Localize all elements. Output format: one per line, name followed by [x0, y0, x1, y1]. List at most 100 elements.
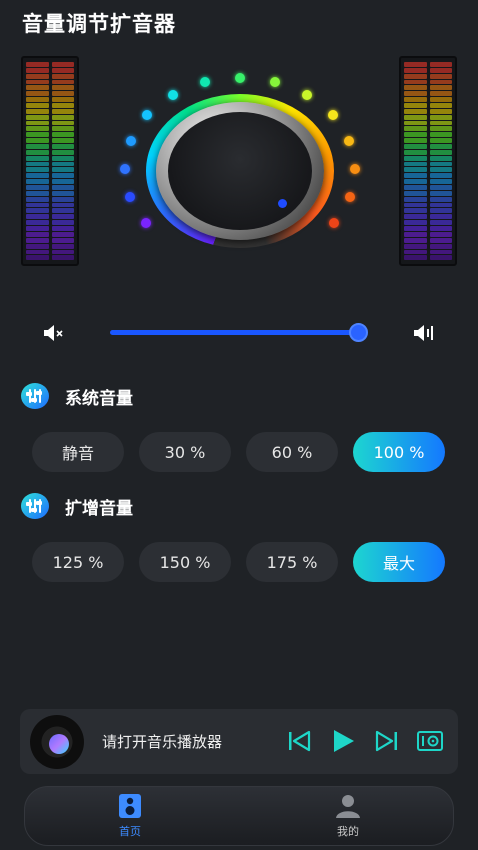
meter-segment [404, 103, 427, 108]
knob-led [120, 163, 130, 174]
tab-mine[interactable]: 我的 [308, 793, 388, 841]
meter-segment [26, 114, 49, 120]
volume-60-button[interactable]: 60 % [246, 432, 338, 472]
meter-segment [51, 114, 74, 120]
section-title: 系统音量 [65, 388, 133, 409]
meter-segment [404, 243, 427, 249]
volume-knob[interactable] [168, 112, 312, 230]
play-icon[interactable] [330, 729, 356, 753]
volume-slider-track[interactable] [110, 330, 360, 335]
meter-segment [26, 85, 49, 91]
meter-segment [26, 144, 49, 149]
meter-segment [51, 173, 74, 179]
meter-segment [404, 114, 427, 120]
meter-segment [26, 132, 49, 138]
meter-segment [51, 179, 74, 185]
meter-segment [404, 202, 427, 208]
meter-segment [429, 173, 452, 179]
meter-segment [404, 120, 427, 126]
meter-segment [26, 91, 49, 97]
meter-segment [429, 79, 452, 85]
meter-segment [51, 144, 74, 149]
tab-label: 我的 [337, 825, 359, 838]
meter-segment [26, 167, 49, 173]
tab-home[interactable]: 首页 [90, 793, 170, 841]
meter-segment [429, 255, 452, 261]
meter-segment [404, 85, 427, 91]
next-icon[interactable] [374, 729, 400, 753]
meter-segment [26, 138, 49, 144]
meter-segment [26, 155, 49, 161]
meter-segment [51, 220, 74, 226]
meter-segment [404, 144, 427, 149]
equalizer-icon [21, 383, 49, 409]
meter-segment [51, 138, 74, 144]
tab-label: 首页 [119, 825, 141, 838]
speaker-mute-icon[interactable] [42, 323, 66, 343]
meter-segment [429, 155, 452, 161]
meter-segment [404, 220, 427, 226]
meter-segment [404, 73, 427, 79]
meter-segment [26, 226, 49, 231]
knob-indicator [278, 199, 287, 208]
meter-segment [51, 249, 74, 255]
meter-segment [51, 85, 74, 91]
music-player-bar[interactable]: 请打开音乐播放器 [20, 709, 458, 774]
meter-segment [51, 103, 74, 108]
meter-segment [404, 126, 427, 132]
meter-segment [26, 108, 49, 114]
meter-segment [404, 149, 427, 155]
meter-segment [429, 208, 452, 214]
meter-segment [404, 237, 427, 243]
meter-segment [404, 62, 427, 67]
meter-segment [51, 243, 74, 249]
previous-icon[interactable] [286, 729, 312, 753]
volume-100-button[interactable]: 100 % [353, 432, 445, 472]
meter-segment [26, 161, 49, 167]
meter-segment [26, 120, 49, 126]
meter-segment [429, 214, 452, 220]
meter-segment [404, 173, 427, 179]
meter-segment [26, 202, 49, 208]
boost-150-button[interactable]: 150 % [139, 542, 231, 582]
meter-segment [429, 120, 452, 126]
meter-segment [429, 237, 452, 243]
knob-led [327, 110, 338, 121]
knob-led [270, 77, 281, 88]
boost-125-button[interactable]: 125 % [32, 542, 124, 582]
section-title: 扩增音量 [65, 498, 133, 519]
speaker-loud-icon[interactable] [412, 323, 436, 343]
meter-segment [51, 231, 74, 237]
meter-segment [404, 132, 427, 138]
meter-segment [26, 62, 49, 67]
meter-segment [26, 214, 49, 220]
meter-segment [51, 214, 74, 220]
system-volume-header: 系统音量 [21, 383, 133, 409]
mute-button[interactable]: 静音 [32, 432, 124, 472]
volume-slider-thumb[interactable] [349, 323, 368, 342]
knob-led [349, 163, 360, 174]
meter-segment [429, 202, 452, 208]
meter-segment [51, 226, 74, 231]
meter-segment [26, 67, 49, 73]
meter-segment [429, 108, 452, 114]
meter-segment [429, 190, 452, 196]
meter-segment [51, 132, 74, 138]
meter-segment [429, 231, 452, 237]
boost-max-button[interactable]: 最大 [353, 542, 445, 582]
meter-segment [51, 149, 74, 155]
speaker-box-icon[interactable] [416, 729, 444, 753]
knob-led [344, 135, 354, 146]
user-icon [336, 795, 360, 818]
boost-175-button[interactable]: 175 % [246, 542, 338, 582]
knob-led [344, 192, 355, 203]
volume-30-button[interactable]: 30 % [139, 432, 231, 472]
meter-segment [51, 108, 74, 114]
equalizer-icon [21, 493, 49, 519]
knob-led [235, 73, 245, 83]
meter-segment [26, 179, 49, 185]
meter-segment [51, 155, 74, 161]
meter-segment [404, 208, 427, 214]
meter-segment [26, 237, 49, 243]
meter-segment [404, 91, 427, 97]
